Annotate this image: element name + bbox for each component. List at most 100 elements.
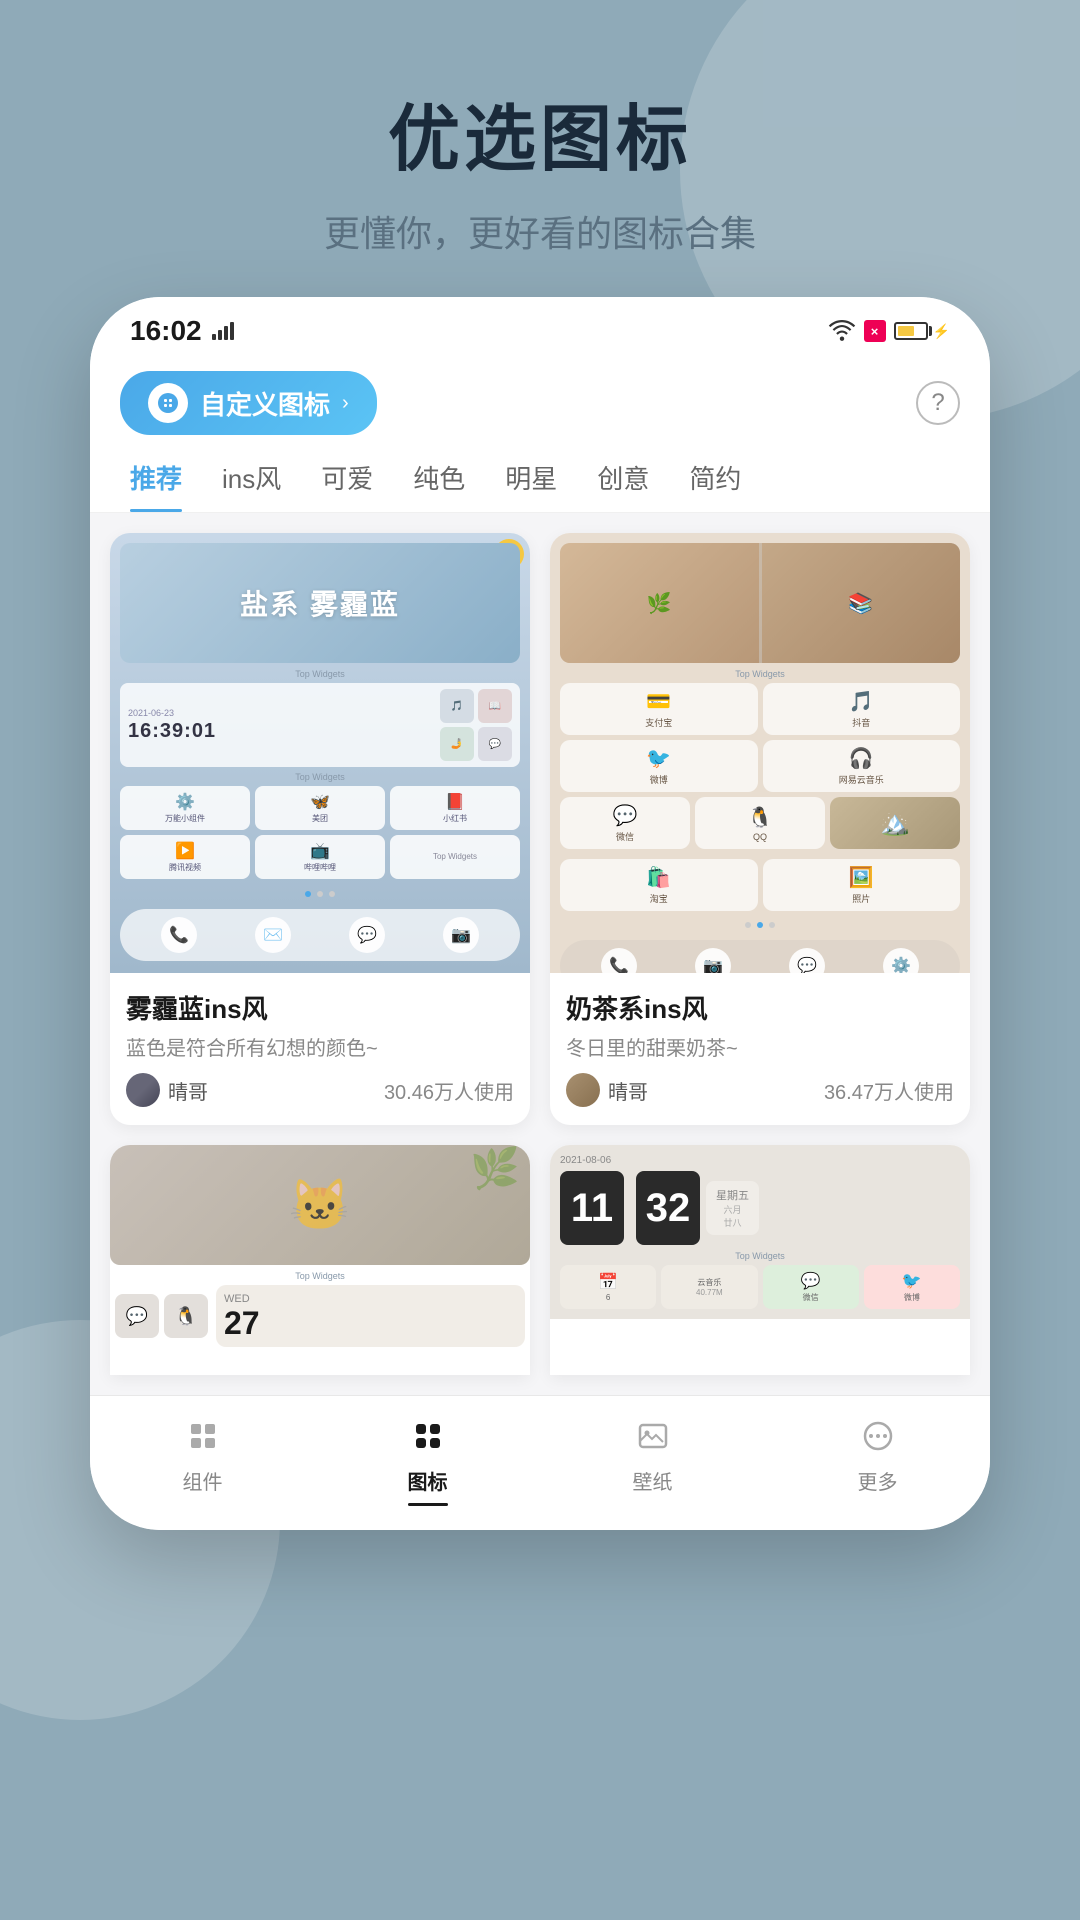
more-tab-icon bbox=[854, 1412, 902, 1460]
widget-tab-icon bbox=[179, 1412, 227, 1460]
theme-preview-blue: 👑 盐系 雾霾蓝 Top Widgets 2021-06-23 16:39:01 bbox=[110, 533, 530, 973]
dock-settings-cream: ⚙️ bbox=[883, 948, 919, 973]
app-icon-wechat: 💬 微信 bbox=[560, 797, 690, 849]
theme-preview-cream: 🌿 📚 Top Widgets 💳 支付宝 bbox=[550, 533, 970, 973]
dock-camera-cream: 📷 bbox=[695, 948, 731, 973]
tab-item-wallpaper[interactable]: 壁纸 bbox=[540, 1412, 765, 1506]
usage-count-cream: 36.47万人使用 bbox=[824, 1076, 954, 1105]
tab-solid[interactable]: 纯色 bbox=[413, 459, 465, 512]
cream-top-banner: 🌿 📚 bbox=[560, 543, 960, 663]
flip-min: 32 bbox=[636, 1171, 700, 1245]
tab-item-icon[interactable]: 图标 bbox=[315, 1412, 540, 1506]
no-signal-icon: × bbox=[864, 320, 886, 342]
app-icon-tencent-video: ▶️ 腾讯视频 bbox=[120, 835, 250, 879]
clock-display: 16:39:01 bbox=[128, 720, 216, 743]
icon-tab-icon bbox=[404, 1412, 452, 1460]
dots-indicator-2 bbox=[560, 916, 960, 934]
card-desc-cream: 冬日里的甜栗奶茶~ bbox=[566, 1032, 954, 1061]
dock-camera: 📷 bbox=[443, 917, 479, 953]
app-icon-bilibili: 📺 哔哩哔哩 bbox=[255, 835, 385, 879]
author-name-cream: 晴哥 bbox=[608, 1076, 648, 1105]
custom-icon-circle bbox=[148, 383, 188, 423]
signal-bars-icon bbox=[212, 322, 234, 340]
status-time: 16:02 bbox=[130, 315, 202, 347]
dock-phone-cream: 📞 bbox=[601, 948, 637, 973]
dock-blue: 📞 ✉️ 💬 📷 bbox=[120, 909, 520, 961]
top-widgets-label-cat: Top Widgets bbox=[110, 1271, 530, 1281]
tab-item-more[interactable]: 更多 bbox=[765, 1412, 990, 1506]
top-widgets-label-cream: Top Widgets bbox=[560, 669, 960, 679]
app-icon-topwidgets: Top Widgets bbox=[390, 835, 520, 879]
app-icon-photos: 🖼️ 照片 bbox=[763, 859, 961, 911]
theme-card-cream[interactable]: 🌿 📚 Top Widgets 💳 支付宝 bbox=[550, 533, 970, 1125]
tab-celebrity[interactable]: 明星 bbox=[505, 459, 557, 512]
usage-count-blue: 30.46万人使用 bbox=[384, 1076, 514, 1105]
app-icon-netease: 🎧 网易云音乐 bbox=[763, 740, 961, 792]
wallpaper-tab-icon bbox=[629, 1412, 677, 1460]
wifi-icon bbox=[828, 320, 856, 342]
dots-indicator-1 bbox=[120, 885, 520, 903]
tab-label-more: 更多 bbox=[858, 1466, 898, 1495]
status-bar: 16:02 × bbox=[90, 297, 990, 357]
author-avatar-blue bbox=[126, 1073, 160, 1107]
app-icon-tiktok: 🎵 抖音 bbox=[763, 683, 961, 735]
theme-preview-cat: 🐱 🌿 Top Widgets 💬 🐧 WED bbox=[110, 1145, 530, 1375]
theme-preview-clock: 2021-08-06 11 32 星期五 六月廿八 Top Widgets bbox=[550, 1145, 970, 1319]
app-icon-xiaohongshu: 📕 小红书 bbox=[390, 786, 520, 830]
app-icon-taobao: 🛍️ 淘宝 bbox=[560, 859, 758, 911]
nav-tabs: 推荐 ins风 可爱 纯色 明星 创意 简约 bbox=[90, 449, 990, 513]
app-icon-meituan: 🦋 美团 bbox=[255, 786, 385, 830]
week-text: 星期五 bbox=[716, 1187, 749, 1203]
flip-clock-display: 11 32 星期五 六月廿八 bbox=[560, 1171, 960, 1245]
tab-label-wallpaper: 壁纸 bbox=[633, 1466, 673, 1495]
tab-simple[interactable]: 简约 bbox=[689, 459, 741, 512]
theme-card-blue[interactable]: 👑 盐系 雾霾蓝 Top Widgets 2021-06-23 16:39:01 bbox=[110, 533, 530, 1125]
page-title: 优选图标 bbox=[0, 80, 1080, 185]
author-name-blue: 晴哥 bbox=[168, 1076, 208, 1105]
dock-message: 💬 bbox=[349, 917, 385, 953]
blue-top-banner: 盐系 雾霾蓝 bbox=[120, 543, 520, 663]
custom-icon-button[interactable]: 自定义图标 › bbox=[120, 371, 377, 435]
card-grid: 👑 盐系 雾霾蓝 Top Widgets 2021-06-23 16:39:01 bbox=[110, 533, 970, 1375]
phone-mockup: 16:02 × bbox=[90, 297, 990, 1530]
tab-ins[interactable]: ins风 bbox=[222, 459, 281, 512]
custom-btn-label: 自定义图标 bbox=[200, 385, 330, 422]
help-button[interactable]: ? bbox=[916, 381, 960, 425]
clock-date: 2021-08-06 bbox=[560, 1155, 960, 1166]
dock-mail: ✉️ bbox=[255, 917, 291, 953]
author-row-cream: 晴哥 bbox=[566, 1073, 648, 1107]
top-widgets-label-1: Top Widgets bbox=[120, 669, 520, 679]
theme-card-clock[interactable]: 2021-08-06 11 32 星期五 六月廿八 Top Widgets bbox=[550, 1145, 970, 1375]
tab-cute[interactable]: 可爱 bbox=[321, 459, 373, 512]
battery-icon: ⚡ bbox=[894, 322, 950, 340]
cat-image-area: 🐱 🌿 bbox=[110, 1145, 530, 1265]
top-widgets-label-2: Top Widgets bbox=[120, 772, 520, 782]
dock-message-cream: 💬 bbox=[789, 948, 825, 973]
header-section: 优选图标 更懂你，更好看的图标合集 bbox=[0, 0, 1080, 297]
tab-label-widget: 组件 bbox=[183, 1466, 223, 1495]
tab-item-widget[interactable]: 组件 bbox=[90, 1412, 315, 1506]
author-row-blue: 晴哥 bbox=[126, 1073, 208, 1107]
dock-phone: 📞 bbox=[161, 917, 197, 953]
tab-bar: 组件 图标 bbox=[90, 1395, 990, 1530]
author-avatar-cream bbox=[566, 1073, 600, 1107]
tab-active-indicator bbox=[408, 1503, 448, 1506]
tab-recommend[interactable]: 推荐 bbox=[130, 459, 182, 512]
theme-card-cat[interactable]: 🐱 🌿 Top Widgets 💬 🐧 WED bbox=[110, 1145, 530, 1375]
page-subtitle: 更懂你，更好看的图标合集 bbox=[0, 205, 1080, 257]
tab-label-icon: 图标 bbox=[408, 1466, 448, 1495]
app-icon-alipay: 💳 支付宝 bbox=[560, 683, 758, 735]
content-area: 👑 盐系 雾霾蓝 Top Widgets 2021-06-23 16:39:01 bbox=[90, 513, 990, 1395]
blue-banner-text: 盐系 雾霾蓝 bbox=[240, 583, 400, 623]
dock-cream: 📞 📷 💬 ⚙️ bbox=[560, 940, 960, 973]
status-bar-left: 16:02 bbox=[130, 315, 234, 347]
lunar-text: 六月廿八 bbox=[723, 1203, 741, 1229]
flip-hour: 11 bbox=[560, 1171, 624, 1245]
card-meta-blue: 晴哥 30.46万人使用 bbox=[126, 1073, 514, 1107]
top-widgets-label-clock: Top Widgets bbox=[560, 1251, 960, 1261]
card-title-blue: 雾霾蓝ins风 bbox=[126, 989, 514, 1026]
card-title-cream: 奶茶系ins风 bbox=[566, 989, 954, 1026]
tab-creative[interactable]: 创意 bbox=[597, 459, 649, 512]
app-icon-weibo: 🐦 微博 bbox=[560, 740, 758, 792]
card-desc-blue: 蓝色是符合所有幻想的颜色~ bbox=[126, 1032, 514, 1061]
